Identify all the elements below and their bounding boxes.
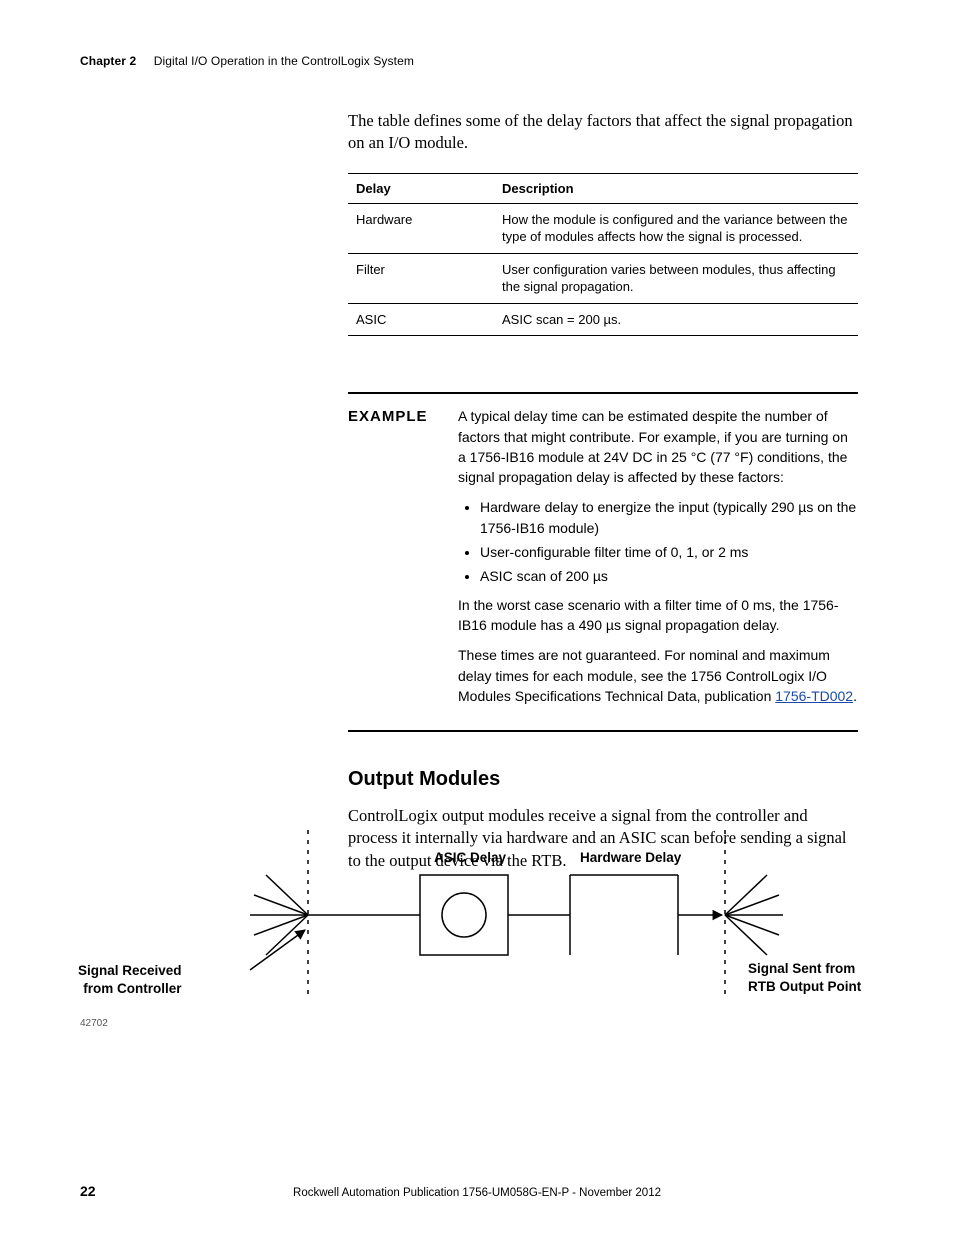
output-module-diagram: ASIC Delay Hardware Delay [150,820,870,1030]
table-row: Hardware How the module is configured an… [348,203,858,253]
section-heading-output-modules: Output Modules [348,768,858,791]
publication-link[interactable]: 1756-TD002 [775,688,853,704]
right-cap-line2: RTB Output Point [748,979,861,994]
intro-paragraph: The table defines some of the delay fact… [348,110,858,155]
cell-delay: Hardware [348,203,494,253]
col-header-delay: Delay [348,173,494,203]
cell-desc: User configuration varies between module… [494,253,858,303]
example-label: EXAMPLE [348,406,440,716]
content-column: The table defines some of the delay fact… [348,110,858,890]
figure-number: 42702 [80,1018,108,1029]
diagram-svg [150,820,870,1030]
table-row: Filter User configuration varies between… [348,253,858,303]
chapter-label: Chapter 2 [80,54,136,68]
cell-delay: ASIC [348,303,494,336]
diagram-caption-left: Signal Received from Controller [78,962,182,997]
list-item: User-configurable filter time of 0, 1, o… [480,542,858,562]
example-p3: These times are not guaranteed. For nomi… [458,645,858,706]
publication-footer: Rockwell Automation Publication 1756-UM0… [0,1187,954,1199]
example-box: EXAMPLE A typical delay time can be esti… [348,392,858,732]
table-row: ASIC ASIC scan = 200 µs. [348,303,858,336]
cell-desc: How the module is configured and the var… [494,203,858,253]
example-p2: In the worst case scenario with a filter… [458,595,858,636]
list-item: ASIC scan of 200 µs [480,566,858,586]
table-header-row: Delay Description [348,173,858,203]
delay-table: Delay Description Hardware How the modul… [348,173,858,337]
cell-desc: ASIC scan = 200 µs. [494,303,858,336]
example-body: A typical delay time can be estimated de… [458,406,858,716]
left-cap-line1: Signal Received [78,963,182,978]
cell-delay: Filter [348,253,494,303]
example-p3-post: . [853,688,857,704]
chapter-title: Digital I/O Operation in the ControlLogi… [154,54,414,68]
right-cap-line1: Signal Sent from [748,961,855,976]
running-header: Chapter 2 Digital I/O Operation in the C… [80,54,414,68]
left-cap-line2: from Controller [83,981,181,996]
example-bullets: Hardware delay to energize the input (ty… [480,497,858,586]
example-p1: A typical delay time can be estimated de… [458,406,858,487]
col-header-description: Description [494,173,858,203]
list-item: Hardware delay to energize the input (ty… [480,497,858,538]
diagram-caption-right: Signal Sent from RTB Output Point [748,960,861,995]
